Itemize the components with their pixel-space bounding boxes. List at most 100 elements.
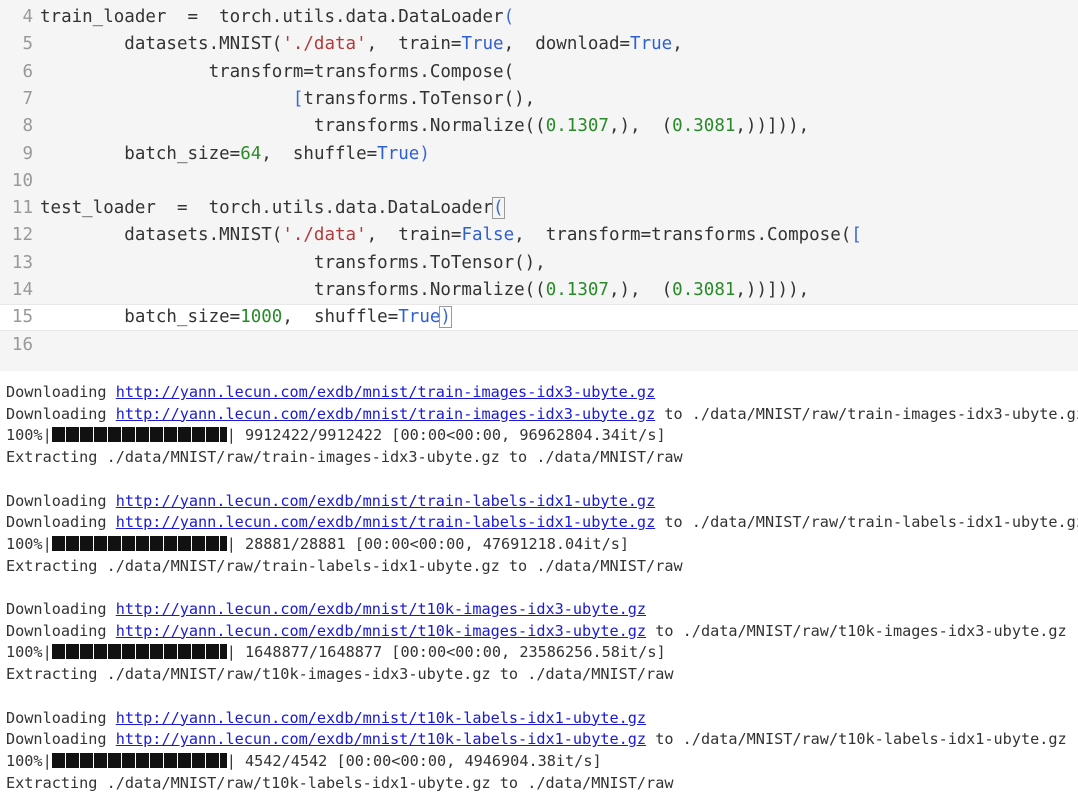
code-token: transforms.Normalize(( xyxy=(40,116,546,137)
code-line[interactable]: 13 transforms.ToTensor(), xyxy=(0,250,1078,277)
code-token: './data' xyxy=(282,34,367,55)
download-label: Downloading xyxy=(6,513,116,532)
progress-percent: 100%| xyxy=(6,534,52,553)
line-number: 6 xyxy=(22,61,33,82)
progress-stats: | 1648877/1648877 [00:00<00:00, 23586256… xyxy=(226,643,666,662)
code-line[interactable]: 8 transforms.Normalize((0.1307,), (0.308… xyxy=(0,113,1078,140)
code-token: True xyxy=(377,143,420,164)
download-label: Downloading xyxy=(6,491,116,510)
progress-line: 100%| | 28881/28881 [00:00<00:00, 4769121… xyxy=(6,534,629,555)
code-token: [ xyxy=(851,225,862,246)
code-token: , xyxy=(672,34,683,55)
line-number: 5 xyxy=(22,34,33,55)
code-token: ) xyxy=(419,143,430,164)
code-text: [transforms.ToTensor(), xyxy=(40,86,535,113)
code-token: , transform=transforms.Compose( xyxy=(514,225,852,246)
code-token: transforms.ToTensor(), xyxy=(303,88,536,109)
download-url-link[interactable]: http://yann.lecun.com/exdb/mnist/t10k-im… xyxy=(116,622,646,640)
line-number: 10 xyxy=(11,170,33,191)
line-number: 13 xyxy=(11,252,33,273)
code-token: ,))])), xyxy=(735,280,810,300)
code-token: False xyxy=(461,225,515,246)
code-text: transforms.Normalize((0.1307,), (0.3081,… xyxy=(40,113,809,140)
download-line: Downloading http://yann.lecun.com/exdb/m… xyxy=(6,512,1078,533)
code-line[interactable]: 4 train_loader = torch.utils.data.DataLoa… xyxy=(0,4,1078,31)
code-text: train_loader = torch.utils.data.DataLoad… xyxy=(40,4,514,31)
progress-line: 100%| | 9912422/9912422 [00:00<00:00, 969… xyxy=(6,425,666,446)
download-line: Downloading http://yann.lecun.com/exdb/m… xyxy=(6,708,646,729)
progress-bar xyxy=(51,644,227,660)
download-label: Downloading xyxy=(6,708,116,727)
download-url-link[interactable]: http://yann.lecun.com/exdb/mnist/train-i… xyxy=(116,405,655,423)
code-token: , shuffle= xyxy=(261,143,378,164)
code-text: batch_size=64, shuffle=True) xyxy=(40,141,430,168)
code-token: [ xyxy=(292,88,304,109)
code-text: transforms.ToTensor(), xyxy=(40,250,546,277)
download-label: Downloading xyxy=(6,404,116,423)
line-number: 16 xyxy=(11,334,33,355)
extract-line: Extracting ./data/MNIST/raw/t10k-labels-… xyxy=(6,773,674,794)
extract-text: Extracting ./data/MNIST/raw/train-images… xyxy=(6,448,683,467)
progress-bar xyxy=(51,752,227,768)
extract-line: Extracting ./data/MNIST/raw/train-images… xyxy=(6,447,683,468)
extract-text: Extracting ./data/MNIST/raw/t10k-images-… xyxy=(6,665,674,684)
download-url-link[interactable]: http://yann.lecun.com/exdb/mnist/t10k-la… xyxy=(116,730,646,748)
code-line[interactable]: 6 transform=transforms.Compose( xyxy=(0,59,1078,86)
code-token: 1000 xyxy=(240,307,283,328)
code-token: ,), ( xyxy=(608,116,673,137)
line-number: 4 xyxy=(22,7,33,27)
code-token: transforms.ToTensor(), xyxy=(40,252,546,273)
line-number: 11 xyxy=(11,198,33,219)
code-token: ( xyxy=(503,7,515,27)
line-number: 15 xyxy=(11,307,33,328)
extract-line: Extracting ./data/MNIST/raw/train-labels… xyxy=(6,556,683,577)
download-line: Downloading http://yann.lecun.com/exdb/m… xyxy=(6,599,646,620)
code-token: datasets.MNIST( xyxy=(40,34,283,55)
code-token: True xyxy=(630,34,673,55)
code-token: ,))])), xyxy=(735,116,810,137)
code-token: ) xyxy=(439,306,452,329)
code-text: test_loader = torch.utils.data.DataLoade… xyxy=(40,195,505,222)
code-cell-editor[interactable]: 4 train_loader = torch.utils.data.DataLoa… xyxy=(0,0,1078,371)
download-destination: to ./data/MNIST/raw/train-images-idx3-ub… xyxy=(655,404,1078,423)
download-url-link[interactable]: http://yann.lecun.com/exdb/mnist/t10k-la… xyxy=(116,709,646,727)
code-line[interactable]: 11 test_loader = torch.utils.data.DataLoa… xyxy=(0,195,1078,222)
download-line: Downloading http://yann.lecun.com/exdb/m… xyxy=(6,491,655,512)
code-line[interactable]: 5 datasets.MNIST('./data', train=True, d… xyxy=(0,31,1078,58)
download-label: Downloading xyxy=(6,600,116,618)
code-line[interactable]: 16 xyxy=(0,332,1078,359)
download-url-link[interactable]: http://yann.lecun.com/exdb/mnist/train-i… xyxy=(116,383,655,401)
progress-percent: 100%| xyxy=(6,751,52,770)
code-line[interactable]: 14 transforms.Normalize((0.1307,), (0.30… xyxy=(0,277,1078,304)
line-number: 14 xyxy=(11,280,33,300)
cell-output-area: Downloading http://yann.lecun.com/exdb/m… xyxy=(0,372,1078,794)
code-line[interactable]: 15 batch_size=1000, shuffle=True) xyxy=(0,304,1078,332)
code-token: 64 xyxy=(240,143,262,164)
progress-line: 100%| | 1648877/1648877 [00:00<00:00, 235… xyxy=(6,642,666,663)
code-text: datasets.MNIST('./data', train=True, dow… xyxy=(40,31,683,58)
code-token: './data' xyxy=(282,225,367,246)
download-url-link[interactable]: http://yann.lecun.com/exdb/mnist/train-l… xyxy=(116,513,655,531)
code-line[interactable]: 10 xyxy=(0,168,1078,195)
progress-percent: 100%| xyxy=(6,426,52,445)
code-line[interactable]: 7 [transforms.ToTensor(), xyxy=(0,86,1078,113)
extract-text: Extracting ./data/MNIST/raw/train-labels… xyxy=(6,556,683,575)
download-url-link[interactable]: http://yann.lecun.com/exdb/mnist/train-l… xyxy=(116,492,655,510)
code-token: 0.3081 xyxy=(672,116,736,137)
code-text: batch_size=1000, shuffle=True) xyxy=(40,305,452,330)
code-token: transform=transforms.Compose( xyxy=(40,61,515,82)
line-number: 8 xyxy=(22,116,33,137)
code-line[interactable]: 9 batch_size=64, shuffle=True) xyxy=(0,141,1078,168)
code-token: 0.1307 xyxy=(545,116,609,137)
code-token: 0.1307 xyxy=(545,280,609,300)
download-label: Downloading xyxy=(6,621,116,640)
code-token: batch_size= xyxy=(40,307,241,328)
extract-text: Extracting ./data/MNIST/raw/t10k-labels-… xyxy=(6,773,674,792)
code-line[interactable]: 12 datasets.MNIST('./data', train=False,… xyxy=(0,222,1078,249)
download-url-link[interactable]: http://yann.lecun.com/exdb/mnist/t10k-im… xyxy=(116,600,646,618)
code-token: datasets.MNIST( xyxy=(40,225,283,246)
code-token: True xyxy=(461,34,504,55)
code-token: ,), ( xyxy=(608,280,673,300)
code-token: ( xyxy=(492,197,505,220)
